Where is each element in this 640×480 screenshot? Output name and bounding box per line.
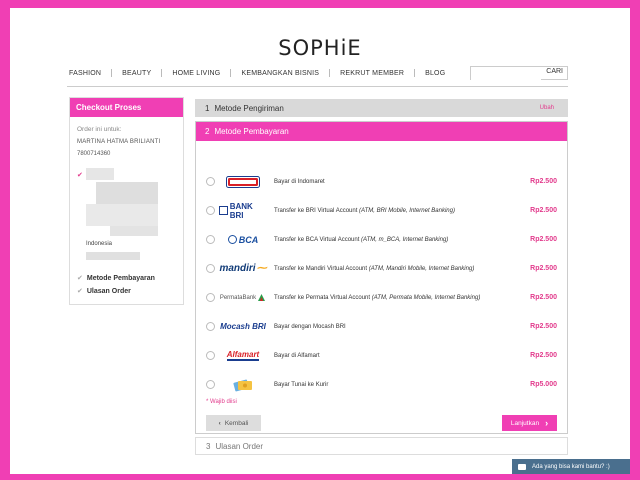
step-payment-header: 2 Metode Pembayaran [196,122,567,141]
payment-fee: Rp2.500 [530,207,557,214]
payment-label: Transfer ke BRI Virtual Account (ATM, BR… [274,207,455,214]
chat-bubble-icon [518,463,526,470]
search-box: CARI [470,66,568,85]
page: SOPHiE FASHION BEAUTY HOME LIVING KEMBAN… [10,8,630,474]
chat-widget[interactable]: Ada yang bisa kami bantu? :) [512,459,630,474]
sidebar-title: Checkout Proses [70,98,183,117]
customer-name: MARTINA HATMA BRILIANTI [77,139,161,145]
main-nav: FASHION BEAUTY HOME LIVING KEMBANGKAN BI… [67,69,455,77]
payment-fee: Rp2.500 [530,265,557,272]
payment-label: Transfer ke Permata Virtual Account (ATM… [274,294,481,301]
checkout-sidebar: Checkout Proses Order ini untuk: MARTINA… [69,97,184,305]
payment-radio[interactable] [206,235,215,244]
payment-option-mandiri-va[interactable]: mandiri ⁓ Transfer ke Mandiri Virtual Acc… [196,254,567,283]
payment-radio[interactable] [206,264,215,273]
payment-fee: Rp5.000 [530,381,557,388]
continue-button-label: Lanjutkan [510,419,540,427]
payment-option-bri-va[interactable]: BANK BRI Transfer ke BRI Virtual Account… [196,196,567,225]
required-note: * Wajib diisi [206,399,237,405]
redacted-address [86,168,114,180]
payment-radio[interactable] [206,206,215,215]
sidebar-step-review[interactable]: ✔ Ulasan Order [77,287,131,296]
continue-button[interactable]: Lanjutkan › [502,415,557,431]
step-shipping-header: 1 Metode Pengiriman Ubah [195,99,568,117]
payment-option-permata-va[interactable]: PermataBank Transfer ke Permata Virtual … [196,283,567,312]
customer-country: Indonesia [86,241,113,247]
payment-fee: Rp2.500 [530,178,557,185]
nav-item-kembangkan-bisnis[interactable]: KEMBANGKAN BISNIS [231,70,329,77]
payment-label: Transfer ke BCA Virtual Account (ATM, m_… [274,236,449,243]
redacted-address [96,182,158,204]
payment-radio[interactable] [206,380,215,389]
redacted-address [86,204,158,226]
chevron-left-icon: ‹ [218,419,221,427]
order-for-label: Order ini untuk: [77,126,122,133]
permatabank-logo: PermataBank [219,289,267,307]
payment-label: Bayar Tunai ke Kurir [274,381,329,388]
payment-fee: Rp2.500 [530,236,557,243]
check-icon: ✔ [77,288,83,295]
payment-option-indomaret[interactable]: Bayar di Indomaret Rp2.500 [196,167,567,196]
nav-item-rekrut-member[interactable]: REKRUT MEMBER [330,70,414,77]
payment-radio[interactable] [206,322,215,331]
payment-radio[interactable] [206,293,215,302]
payment-option-cash-courier[interactable]: Bayar Tunai ke Kurir Rp5.000 [196,370,567,399]
chevron-right-icon: › [545,418,549,428]
redacted-address [110,226,158,236]
payment-label: Transfer ke Mandiri Virtual Account (ATM… [274,265,475,272]
check-icon: ✔ [77,275,83,282]
sophie-logo[interactable]: SOPHiE [10,36,630,60]
alfamart-logo: Alfamart [226,350,260,361]
nav-item-fashion[interactable]: FASHION [67,70,111,77]
sidebar-step-label: Metode Pembayaran [86,274,155,282]
search-input[interactable] [471,72,541,85]
payment-label: Bayar di Alfamart [274,352,320,359]
payment-option-bca-va[interactable]: BCA Transfer ke BCA Virtual Account (ATM… [196,225,567,254]
payment-fee: Rp2.500 [530,323,557,330]
indomaret-logo [219,173,267,191]
step-number: 1 [205,103,210,113]
payment-option-mocash-bri[interactable]: Mocash BRI Bayar dengan Mocash BRI Rp2.5… [196,312,567,341]
step-title: Metode Pengiriman [214,103,284,113]
payment-label: Bayar dengan Mocash BRI [274,323,346,330]
bank-bri-logo: BANK BRI [219,202,267,220]
payment-option-alfamart[interactable]: Alfamart Bayar di Alfamart Rp2.500 [196,341,567,370]
check-icon: ✔ [77,172,83,179]
payment-radio[interactable] [206,177,215,186]
step-number: 3 [206,441,211,451]
chat-label: Ada yang bisa kami bantu? :) [532,463,610,470]
edit-shipping-link[interactable]: Ubah [540,105,554,111]
payment-fee: Rp2.500 [530,352,557,359]
step-title: Ulasan Order [215,441,264,451]
sidebar-step-payment[interactable]: ✔ Metode Pembayaran [77,274,155,283]
nav-item-beauty[interactable]: BEAUTY [112,70,161,77]
step-review-header: 3 Ulasan Order [195,437,568,455]
payment-label: Bayar di Indomaret [274,178,325,185]
customer-phone: 7800714360 [77,151,111,157]
header-divider [67,86,568,87]
nav-item-blog[interactable]: BLOG [415,70,455,77]
step-title: Metode Pembayaran [214,127,289,136]
step-number: 2 [205,127,210,136]
mandiri-logo: mandiri ⁓ [219,263,267,274]
back-button-label: Kembali [224,419,249,427]
mocash-bri-logo: Mocash BRI [220,322,266,331]
search-button[interactable]: CARI [546,68,563,75]
back-button[interactable]: ‹ Kembali [206,415,261,431]
redacted-field [86,252,140,260]
bca-logo: BCA [219,231,267,249]
sidebar-step-label: Ulasan Order [86,287,131,295]
cash-icon [219,376,267,394]
payment-panel: 2 Metode Pembayaran Bayar di Indomaret R… [195,121,568,434]
payment-fee: Rp2.500 [530,294,557,301]
nav-item-home-living[interactable]: HOME LIVING [162,70,230,77]
payment-radio[interactable] [206,351,215,360]
